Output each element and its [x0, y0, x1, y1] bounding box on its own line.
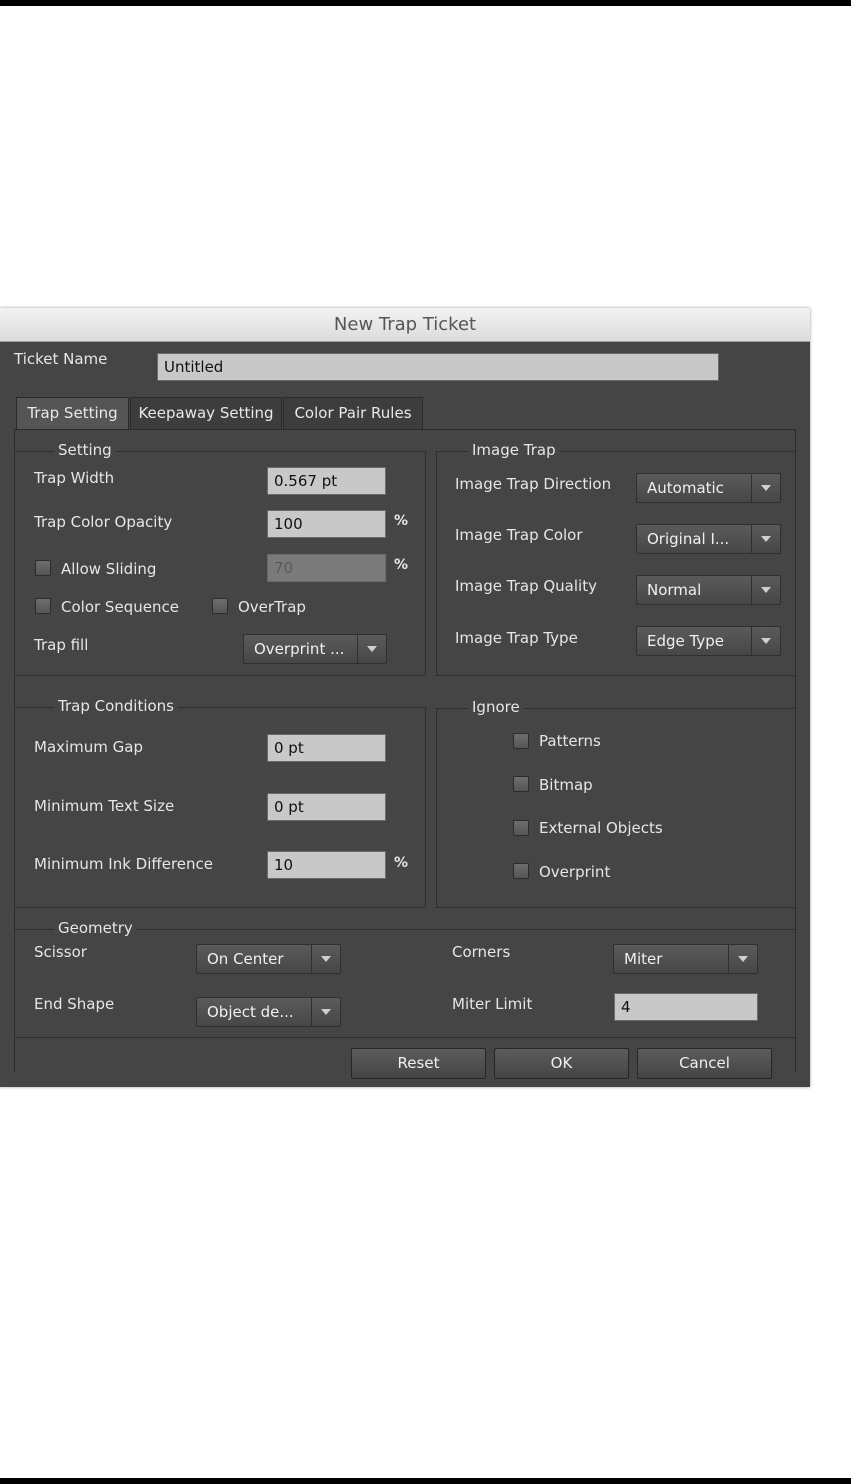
- image-trap-direction-dropdown[interactable]: Automatic: [636, 473, 781, 503]
- trap-fill-label: Trap fill: [34, 636, 89, 654]
- image-trap-quality-value: Normal: [647, 581, 702, 599]
- ignore-bitmap-checkbox[interactable]: [513, 776, 529, 792]
- scissor-value: On Center: [207, 950, 284, 968]
- miter-limit-input[interactable]: [614, 993, 758, 1021]
- scissor-label: Scissor: [34, 943, 87, 961]
- ignore-external-objects-checkbox[interactable]: [513, 820, 529, 836]
- window-title[interactable]: New Trap Ticket: [0, 308, 810, 342]
- geometry-legend: Geometry: [54, 919, 137, 937]
- ignore-patterns-checkbox[interactable]: [513, 733, 529, 749]
- setting-legend: Setting: [54, 441, 116, 459]
- chevron-down-icon: [311, 945, 340, 973]
- opacity-unit: %: [394, 513, 409, 529]
- corners-value: Miter: [624, 950, 663, 968]
- page-bottom-rule: [0, 1478, 851, 1484]
- image-trap-direction-label: Image Trap Direction: [455, 475, 612, 493]
- chevron-down-icon: [751, 474, 780, 502]
- allow-sliding-label: Allow Sliding: [61, 560, 157, 578]
- ignore-group: [436, 708, 796, 908]
- trap-width-label: Trap Width: [34, 469, 115, 487]
- image-trap-type-label: Image Trap Type: [455, 629, 578, 647]
- sliding-input[interactable]: [267, 554, 386, 582]
- ok-button[interactable]: OK: [494, 1048, 629, 1079]
- trap-conditions-legend: Trap Conditions: [54, 697, 179, 715]
- corners-dropdown[interactable]: Miter: [613, 944, 758, 974]
- chevron-down-icon: [751, 525, 780, 553]
- image-trap-type-dropdown[interactable]: Edge Type: [636, 626, 781, 656]
- end-shape-value: Object de...: [207, 1003, 294, 1021]
- chevron-down-icon: [728, 945, 757, 973]
- ticket-name-input[interactable]: [157, 353, 719, 381]
- chevron-down-icon: [357, 635, 386, 663]
- miter-limit-label: Miter Limit: [452, 995, 533, 1013]
- image-trap-type-value: Edge Type: [647, 632, 724, 650]
- image-trap-quality-label: Image Trap Quality: [455, 577, 597, 595]
- tab-trap-setting[interactable]: Trap Setting: [16, 397, 129, 430]
- corners-label: Corners: [452, 943, 511, 961]
- ignore-overprint-checkbox[interactable]: [513, 863, 529, 879]
- image-trap-color-label: Image Trap Color: [455, 526, 583, 544]
- end-shape-label: End Shape: [34, 995, 115, 1013]
- chevron-down-icon: [751, 576, 780, 604]
- ignore-patterns-label: Patterns: [539, 732, 601, 750]
- trap-color-opacity-label: Trap Color Opacity: [34, 513, 173, 531]
- maximum-gap-label: Maximum Gap: [34, 738, 144, 756]
- trap-color-opacity-input[interactable]: [267, 510, 386, 538]
- chevron-down-icon: [751, 627, 780, 655]
- minimum-ink-difference-input[interactable]: [267, 851, 386, 879]
- ignore-external-objects-label: External Objects: [539, 819, 663, 837]
- overtrap-label: OverTrap: [238, 598, 306, 616]
- color-sequence-checkbox[interactable]: [35, 598, 51, 614]
- overtrap-checkbox[interactable]: [212, 598, 228, 614]
- trap-fill-value: Overprint ...: [254, 640, 345, 658]
- reset-button[interactable]: Reset: [351, 1048, 486, 1079]
- ignore-bitmap-label: Bitmap: [539, 776, 593, 794]
- chevron-down-icon: [311, 998, 340, 1026]
- minimum-text-size-label: Minimum Text Size: [34, 797, 175, 815]
- allow-sliding-checkbox[interactable]: [35, 560, 51, 576]
- maximum-gap-input[interactable]: [267, 734, 386, 762]
- image-trap-color-value: Original I...: [647, 530, 730, 548]
- minimum-ink-difference-label: Minimum Ink Difference: [34, 855, 213, 873]
- image-trap-quality-dropdown[interactable]: Normal: [636, 575, 781, 605]
- image-trap-direction-value: Automatic: [647, 479, 724, 497]
- ink-difference-unit: %: [394, 855, 409, 871]
- trap-ticket-dialog: New Trap Ticket Ticket Name Trap Setting…: [0, 308, 810, 1087]
- minimum-text-size-input[interactable]: [267, 793, 386, 821]
- tab-keepaway-setting[interactable]: Keepaway Setting: [130, 397, 282, 429]
- cancel-button[interactable]: Cancel: [637, 1048, 772, 1079]
- ignore-overprint-label: Overprint: [539, 863, 611, 881]
- ticket-name-label: Ticket Name: [14, 350, 108, 368]
- trap-width-input[interactable]: [267, 467, 386, 495]
- end-shape-dropdown[interactable]: Object de...: [196, 997, 341, 1027]
- page-top-rule: [0, 0, 851, 6]
- tab-color-pair-rules[interactable]: Color Pair Rules: [283, 397, 423, 429]
- color-sequence-label: Color Sequence: [61, 598, 179, 616]
- sliding-unit: %: [394, 557, 409, 573]
- scissor-dropdown[interactable]: On Center: [196, 944, 341, 974]
- image-trap-color-dropdown[interactable]: Original I...: [636, 524, 781, 554]
- image-trap-legend: Image Trap: [468, 441, 560, 459]
- trap-fill-dropdown[interactable]: Overprint ...: [243, 634, 387, 664]
- ignore-legend: Ignore: [468, 698, 524, 716]
